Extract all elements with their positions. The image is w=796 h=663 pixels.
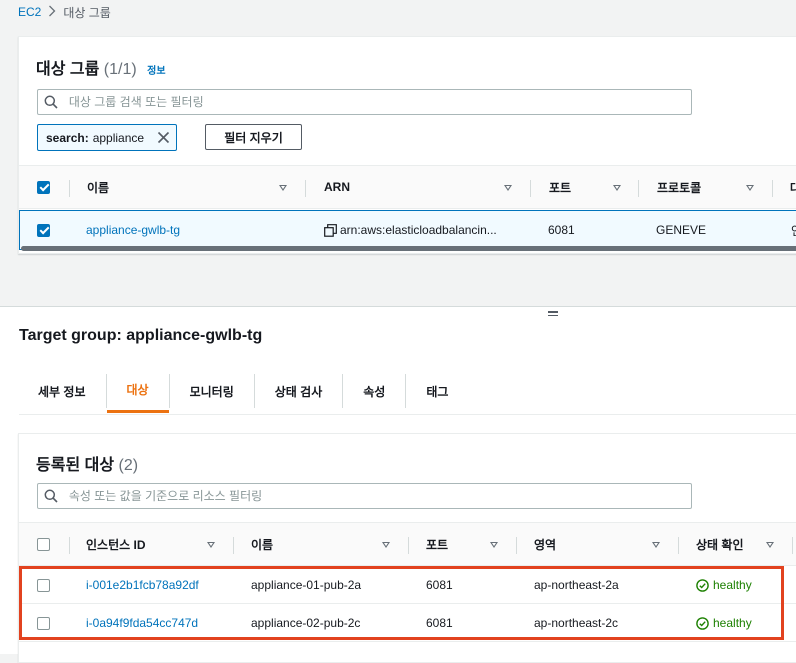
column-header-arn[interactable]: ARN bbox=[324, 166, 350, 208]
table-header: 인스턴스 ID 이름 포트 영역 상태 확인 bbox=[19, 522, 796, 566]
sort-icon[interactable] bbox=[382, 542, 390, 548]
table-row[interactable]: appliance-gwlb-tg arn:aws:elasticloadbal… bbox=[19, 210, 796, 250]
truncated-cell: 인 bbox=[791, 211, 796, 249]
drag-handle-icon[interactable] bbox=[548, 311, 558, 318]
registered-targets-title: 등록된 대상 (2) bbox=[36, 451, 138, 475]
tab-bar: 세부 정보 대상 모니터링 상태 검사 속성 태그 bbox=[19, 369, 468, 415]
sort-icon[interactable] bbox=[746, 185, 754, 191]
column-header-name[interactable]: 이름 bbox=[87, 166, 109, 208]
target-group-name-link[interactable]: appliance-gwlb-tg bbox=[86, 211, 180, 249]
panel-title-text: 대상 그룹 bbox=[36, 61, 100, 78]
protocol-cell: GENEVE bbox=[656, 223, 707, 237]
sort-icon[interactable] bbox=[279, 185, 287, 191]
copy-icon[interactable] bbox=[324, 223, 337, 237]
clear-filters-button[interactable]: 필터 지우기 bbox=[205, 124, 302, 150]
tab-attributes[interactable]: 속성 bbox=[343, 369, 405, 413]
tab-details[interactable]: 세부 정보 bbox=[19, 369, 106, 413]
filter-token: search: appliance bbox=[37, 124, 177, 151]
sort-icon[interactable] bbox=[652, 542, 660, 548]
panel-title: 대상 그룹 (1/1) 정보 bbox=[36, 55, 166, 79]
breadcrumb: EC2 대상 그룹 bbox=[18, 4, 111, 20]
select-all-checkbox[interactable] bbox=[37, 523, 50, 565]
filter-token-key: search: bbox=[46, 130, 89, 145]
tab-tags[interactable]: 태그 bbox=[406, 369, 468, 413]
column-header-zone[interactable]: 영역 bbox=[534, 523, 556, 565]
row-checkbox[interactable] bbox=[37, 211, 50, 249]
tab-health-checks[interactable]: 상태 검사 bbox=[255, 369, 343, 413]
column-header-name[interactable]: 이름 bbox=[251, 523, 273, 565]
target-groups-panel: 대상 그룹 (1/1) 정보 search: appliance 필터 지우기 … bbox=[18, 36, 796, 254]
table-header: 이름 ARN 포트 프로토콜 대 bbox=[19, 165, 796, 209]
detail-title: Target group: appliance-gwlb-tg bbox=[19, 327, 263, 344]
sort-icon[interactable] bbox=[766, 542, 774, 548]
select-all-checkbox[interactable] bbox=[37, 166, 50, 208]
registered-targets-search[interactable] bbox=[37, 483, 692, 509]
tab-monitoring[interactable]: 모니터링 bbox=[170, 369, 254, 413]
arn-value: arn:aws:elasticloadbalancin... bbox=[340, 223, 497, 237]
target-group-search[interactable] bbox=[37, 89, 692, 115]
breadcrumb-ec2-link[interactable]: EC2 bbox=[18, 5, 41, 19]
highlight-box bbox=[19, 566, 784, 640]
search-input[interactable] bbox=[64, 95, 691, 109]
filter-token-value: appliance bbox=[92, 130, 145, 145]
panel-title-count: (1/1) bbox=[103, 61, 137, 78]
registered-targets-count: (2) bbox=[118, 457, 139, 474]
horizontal-scrollbar[interactable] bbox=[21, 246, 796, 251]
close-icon[interactable] bbox=[157, 131, 170, 147]
split-divider bbox=[0, 306, 796, 307]
column-header-truncated[interactable]: 대 bbox=[790, 166, 796, 208]
breadcrumb-current: 대상 그룹 bbox=[63, 5, 111, 20]
resource-filter-input[interactable] bbox=[64, 489, 691, 503]
column-header-port[interactable]: 포트 bbox=[426, 523, 448, 565]
port-cell: 6081 bbox=[548, 223, 575, 237]
arn-cell: arn:aws:elasticloadbalancin... bbox=[324, 211, 497, 249]
sort-icon[interactable] bbox=[490, 542, 498, 548]
tab-targets[interactable]: 대상 bbox=[106, 369, 169, 413]
chevron-right-icon bbox=[48, 5, 56, 20]
sort-icon[interactable] bbox=[504, 185, 512, 191]
registered-targets-title-text: 등록된 대상 bbox=[36, 457, 115, 474]
column-header-port[interactable]: 포트 bbox=[549, 166, 571, 208]
column-header-protocol[interactable]: 프로토콜 bbox=[657, 166, 701, 208]
column-header-instance-id[interactable]: 인스턴스 ID bbox=[86, 523, 146, 565]
sort-icon[interactable] bbox=[613, 185, 621, 191]
search-icon bbox=[38, 95, 65, 109]
search-icon bbox=[38, 489, 65, 503]
info-link[interactable]: 정보 bbox=[147, 66, 165, 77]
sort-icon[interactable] bbox=[207, 542, 215, 548]
column-header-health[interactable]: 상태 확인 bbox=[696, 523, 744, 565]
